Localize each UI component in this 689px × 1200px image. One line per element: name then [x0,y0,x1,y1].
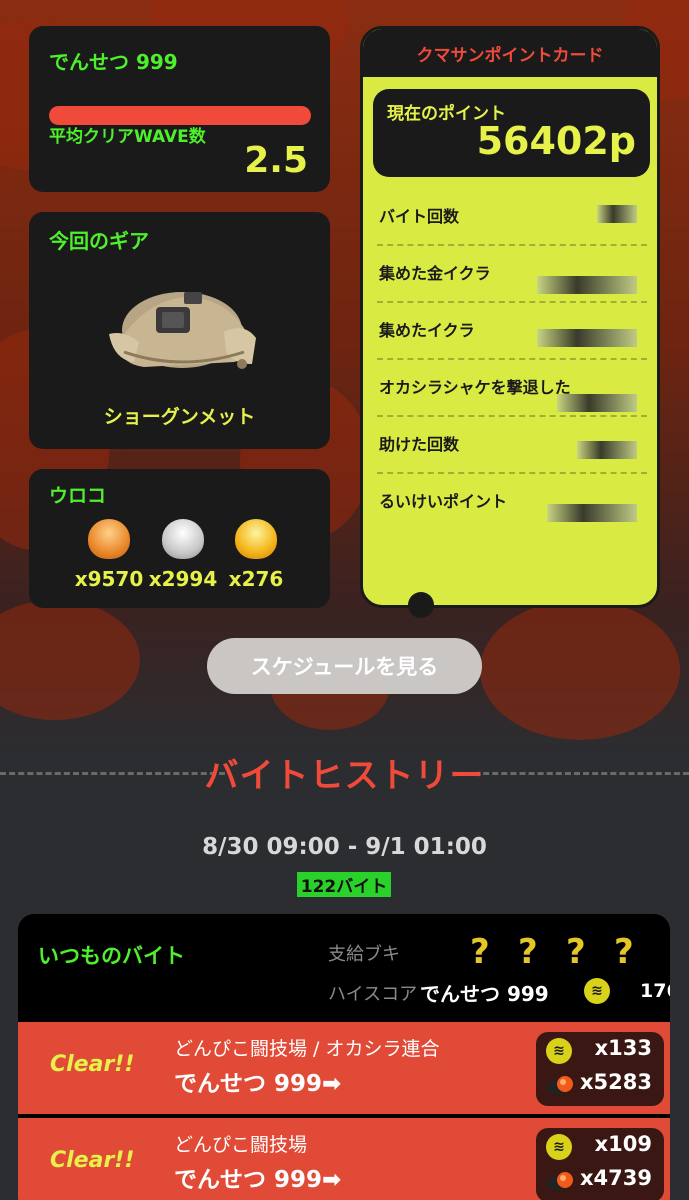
highscore-golden-count: 176 [640,980,670,1002]
stage-name: どんぴこ闘技場 / オカシラ連合 [174,1038,440,1060]
gold-scale-count: x276 [228,567,284,591]
golden-egg-icon: ≋ [584,978,610,1004]
history-record[interactable]: Clear!! どんぴこ闘技場 でんせつ 999➡ ≋ x109 x4739 [18,1118,670,1200]
wave-label: 平均クリアWAVE数 [49,127,206,147]
gold-scale: x276 [216,519,296,591]
job-type-label: いつものバイト [38,944,185,968]
stat-label: バイト回数 [379,207,460,226]
scales-panel: ウロコ x9570 x2994 x276 [29,469,330,608]
highscore-rank: でんせつ 999 [420,982,549,1006]
history-panel: いつものバイト 支給ブキ ? ? ? ? ハイスコア でんせつ 999 ≋ 17… [18,914,670,1200]
current-points-box: 現在のポイント 56402p [373,89,650,177]
blurred-value [547,504,637,522]
silver-scale-icon [162,519,204,559]
gear-panel[interactable]: 今回のギア ショーグンメット [29,212,330,449]
gold-scale-icon [235,519,277,559]
gear-title: 今回のギア [49,229,149,253]
stat-label: 集めたイクラ [379,321,475,340]
stat-row-total-points: るいけいポイント [377,474,647,531]
stat-row-shifts: バイト回数 [377,189,647,246]
silver-scale-count: x2994 [148,567,218,591]
silver-scale: x2994 [143,519,223,591]
golden-egg-count: x109 [594,1132,652,1156]
stat-row-rescues: 助けた回数 [377,417,647,474]
helmet-gear-image [109,292,256,369]
record-rank: でんせつ 999➡ [174,1071,342,1097]
stage-name: どんぴこ闘技場 [174,1134,308,1156]
blurred-value [537,329,637,347]
history-record[interactable]: Clear!! どんぴこ闘技場 / オカシラ連合 でんせつ 999➡ ≋ x13… [18,1022,670,1114]
shift-period: 8/30 09:00 - 9/1 01:00 [202,834,487,860]
wave-value: 2.5 [244,140,308,181]
schedule-button[interactable]: スケジュールを見る [207,638,482,694]
shift-count-badge: 122バイト [297,872,391,897]
blurred-value [537,276,637,294]
stat-row-kingsalmonids: オカシラシャケを撃退した [377,360,647,417]
stat-row-golden-eggs: 集めた金イクラ [377,246,647,303]
golden-egg-count: x133 [594,1036,652,1060]
weapons-label: 支給ブキ [328,944,400,965]
weapon-2-icon: ? [518,932,538,972]
point-card-title: クマサンポイントカード [416,45,604,66]
stat-label: 助けた回数 [379,435,460,454]
blurred-value [577,441,637,459]
golden-egg-icon: ≋ [546,1038,572,1064]
weapon-4-icon: ? [614,932,634,972]
card-notch [408,592,434,618]
bronze-scale-count: x9570 [74,567,144,591]
rank-title: でんせつ 999 [49,50,178,74]
egg-summary: ≋ x109 x4739 [536,1128,664,1200]
stat-label: 集めた金イクラ [379,264,491,283]
stat-label: オカシラシャケを撃退した [379,378,571,397]
egg-summary: ≋ x133 x5283 [536,1032,664,1106]
point-card: クマサンポイントカード 現在のポイント 56402p バイト回数 集めた金イクラ… [360,26,660,608]
stat-row-power-eggs: 集めたイクラ [377,303,647,360]
rank-panel: でんせつ 999 平均クリアWAVE数 2.5 [29,26,330,192]
blurred-value [597,205,637,223]
weapon-1-icon: ? [470,932,490,972]
blurred-value [557,394,637,412]
power-egg-icon [547,1076,573,1095]
power-egg-count: x5283 [580,1070,652,1094]
power-egg-count: x4739 [580,1166,652,1190]
current-points-value: 56402p [476,119,636,163]
gear-name: ショーグンメット [103,406,256,428]
result-label: Clear!! [50,1148,135,1173]
power-egg-icon [547,1172,573,1191]
weapon-3-icon: ? [566,932,586,972]
result-label: Clear!! [50,1052,135,1077]
golden-egg-icon: ≋ [546,1134,572,1160]
bronze-scale-icon [88,519,130,559]
scales-title: ウロコ [49,485,107,507]
history-title: バイトヒストリー [204,756,485,796]
record-rank: でんせつ 999➡ [174,1167,342,1193]
bronze-scale: x9570 [69,519,149,591]
point-card-header: クマサンポイントカード [363,29,657,77]
highscore-label: ハイスコア [328,984,418,1005]
stat-label: るいけいポイント [379,492,508,511]
